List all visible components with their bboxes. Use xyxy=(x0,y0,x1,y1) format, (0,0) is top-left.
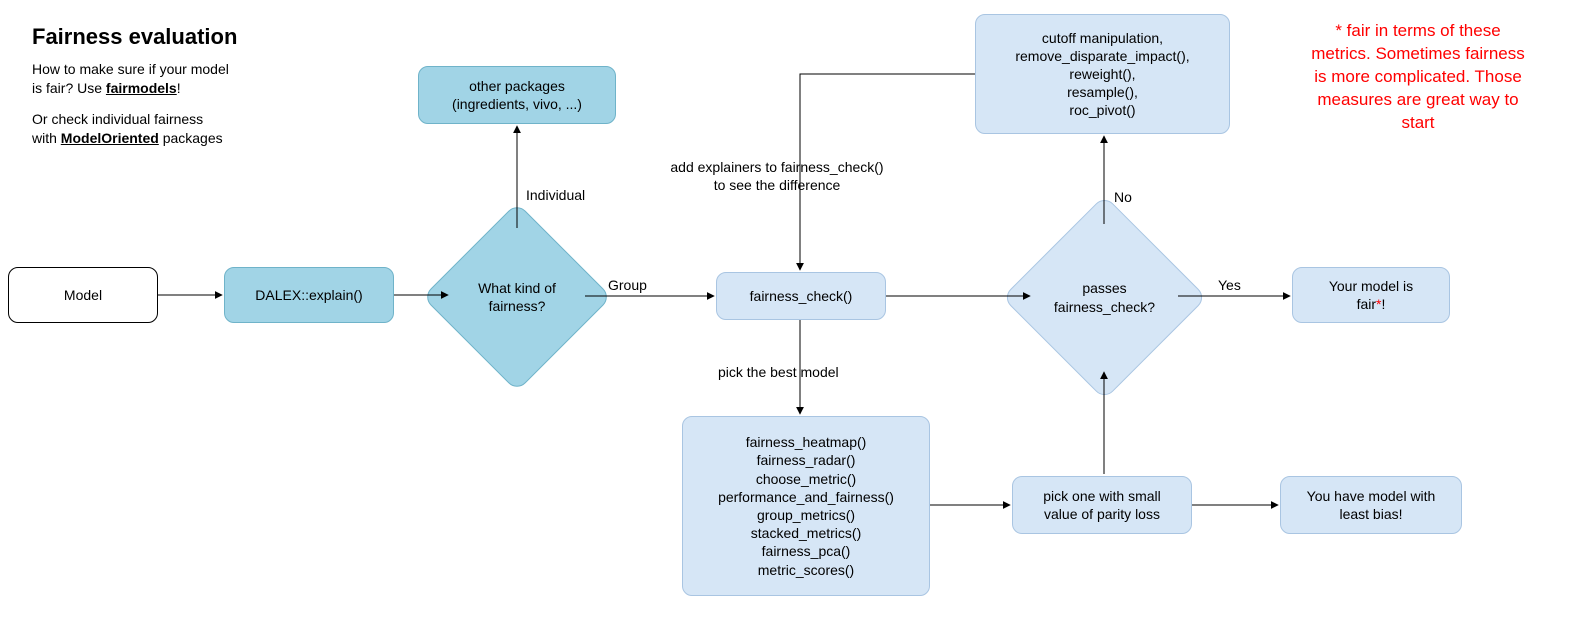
subtitle-fairmodels: How to make sure if your model is fair? … xyxy=(32,60,292,98)
node-fairness-check: fairness_check() xyxy=(716,272,886,320)
node-pick-one: pick one with small value of parity loss xyxy=(1012,476,1192,534)
node-other-packages: other packages (ingredients, vivo, ...) xyxy=(418,66,616,124)
footnote-fair-metrics: * fair in terms of these metrics. Someti… xyxy=(1268,20,1568,135)
page-title: Fairness evaluation xyxy=(32,24,237,50)
node-least-bias: You have model with least bias! xyxy=(1280,476,1462,534)
node-visual-fns-label: fairness_heatmap() fairness_radar() choo… xyxy=(718,433,894,579)
decision-passes-check: passes fairness_check? xyxy=(1032,225,1177,370)
subtitle1-text-c: ! xyxy=(177,80,181,96)
node-pick-one-label: pick one with small value of parity loss xyxy=(1043,487,1161,523)
edge-label-individual: Individual xyxy=(526,186,585,204)
node-model: Model xyxy=(8,267,158,323)
fairmodels-link[interactable]: fairmodels xyxy=(106,80,177,96)
node-dalex-explain: DALEX::explain() xyxy=(224,267,394,323)
node-model-fair-label: Your model is fair*! xyxy=(1329,277,1413,313)
subtitle2-text-c: packages xyxy=(159,130,223,146)
decision-fairness-kind-label: What kind of fairness? xyxy=(472,279,562,315)
edge-label-add-explainers: add explainers to fairness_check() to se… xyxy=(637,158,917,194)
edge-label-no: No xyxy=(1114,188,1132,206)
node-model-fair: Your model is fair*! xyxy=(1292,267,1450,323)
node-mitigation-label: cutoff manipulation, remove_disparate_im… xyxy=(1015,29,1189,120)
edge-label-group: Group xyxy=(608,276,647,294)
node-visual-fns: fairness_heatmap() fairness_radar() choo… xyxy=(682,416,930,596)
edge-label-yes: Yes xyxy=(1218,276,1241,294)
modeloriented-link[interactable]: ModelOriented xyxy=(61,130,159,146)
node-model-label: Model xyxy=(64,286,102,304)
subtitle-modeloriented: Or check individual fairness with ModelO… xyxy=(32,110,292,148)
edge-label-pick-best: pick the best model xyxy=(718,363,839,381)
node-other-packages-label: other packages (ingredients, vivo, ...) xyxy=(452,77,582,113)
node-dalex-explain-label: DALEX::explain() xyxy=(255,286,362,304)
node-least-bias-label: You have model with least bias! xyxy=(1307,487,1436,523)
decision-fairness-kind: What kind of fairness? xyxy=(450,230,584,364)
node-fairness-check-label: fairness_check() xyxy=(750,287,853,305)
decision-passes-check-label: passes fairness_check? xyxy=(1048,279,1161,315)
node-mitigation-fns: cutoff manipulation, remove_disparate_im… xyxy=(975,14,1230,134)
